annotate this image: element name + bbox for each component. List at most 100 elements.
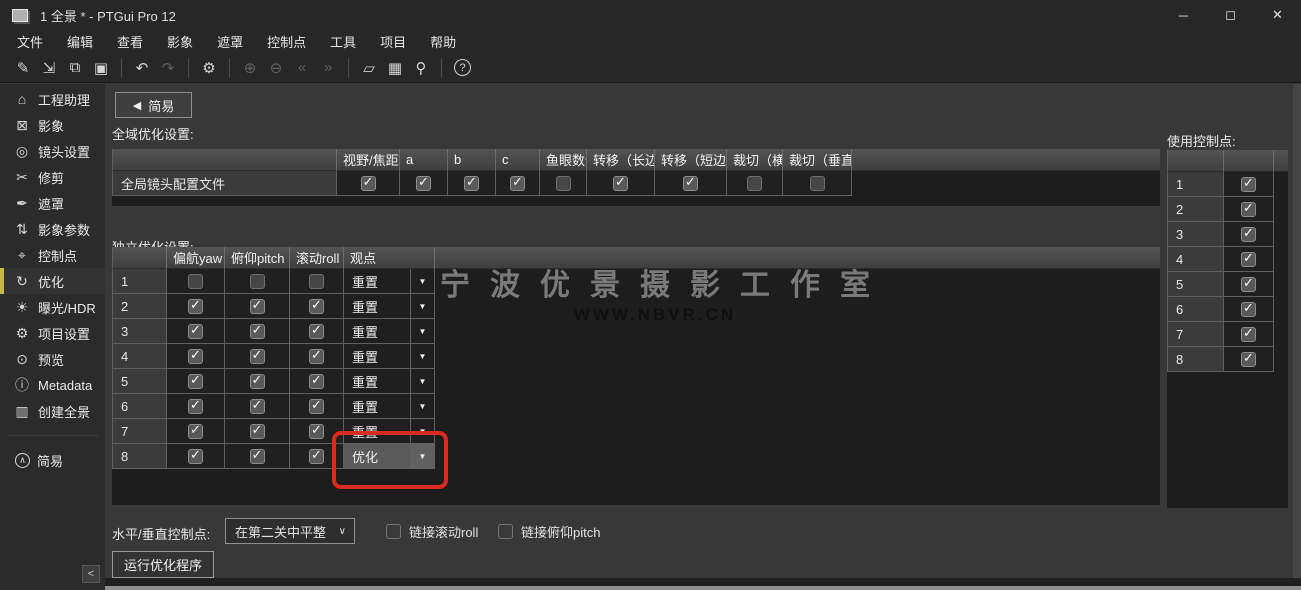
dropdown-arrow-icon[interactable]: ▼	[410, 319, 434, 343]
dropdown-arrow-icon[interactable]: ▼	[410, 369, 434, 393]
hv-control-points-select[interactable]: 在第二关中平整 ∨	[225, 518, 355, 544]
sidebar-item-create-panorama[interactable]: ▥ 创建全景	[0, 398, 105, 424]
shear-h-checkbox[interactable]	[727, 171, 783, 196]
right-scroll-strip[interactable]	[1293, 84, 1301, 578]
run-optimizer-button[interactable]: 运行优化程序	[112, 551, 214, 578]
edit-project-icon[interactable]: ✎	[10, 59, 36, 77]
sidebar-item-crop[interactable]: ✂ 修剪	[0, 164, 105, 190]
maximize-button[interactable]: ◻	[1207, 0, 1254, 30]
use-cp-checkbox[interactable]	[1224, 172, 1274, 197]
yaw-checkbox[interactable]	[167, 394, 225, 419]
menu-item-project[interactable]: 项目	[368, 32, 418, 51]
sidebar-item-preview[interactable]: ⊙ 预览	[0, 346, 105, 372]
undo-icon[interactable]: ↶	[129, 59, 155, 77]
menu-item-help[interactable]: 帮助	[418, 32, 468, 51]
dropdown-arrow-icon[interactable]: ▼	[410, 344, 434, 368]
simple-mode-back-button[interactable]: ◀ 简易	[115, 92, 192, 118]
roll-checkbox[interactable]	[290, 269, 344, 294]
dropdown-arrow-icon[interactable]: ▼	[410, 294, 434, 318]
fisheye-checkbox[interactable]	[540, 171, 587, 196]
next-image-icon[interactable]: »	[315, 59, 341, 76]
yaw-checkbox[interactable]	[167, 419, 225, 444]
close-button[interactable]: ✕	[1254, 0, 1301, 30]
use-cp-checkbox[interactable]	[1224, 297, 1274, 322]
roll-checkbox[interactable]	[290, 419, 344, 444]
sidebar-item-project-settings[interactable]: ⚙ 项目设置	[0, 320, 105, 346]
save-icon[interactable]: ▣	[88, 59, 114, 77]
use-cp-checkbox[interactable]	[1224, 222, 1274, 247]
batch-stitcher-icon[interactable]: ⧉	[62, 59, 88, 76]
viewpoint-dropdown[interactable]: 重置 ▼	[344, 394, 435, 419]
use-cp-checkbox[interactable]	[1224, 322, 1274, 347]
minimize-button[interactable]: ─	[1160, 0, 1207, 30]
yaw-checkbox[interactable]	[167, 369, 225, 394]
help-icon[interactable]: ?	[454, 59, 471, 76]
detail-editor-icon[interactable]: ⇲	[36, 59, 62, 77]
sidebar-collapse-button[interactable]: <	[82, 565, 100, 583]
sidebar-item-metadata[interactable]: ⓘ Metadata	[0, 372, 105, 398]
menu-item-file[interactable]: 文件	[5, 32, 55, 51]
pitch-checkbox[interactable]	[225, 319, 290, 344]
a-checkbox[interactable]	[400, 171, 448, 196]
pitch-checkbox[interactable]	[225, 294, 290, 319]
yaw-checkbox[interactable]	[167, 294, 225, 319]
use-cp-checkbox[interactable]	[1224, 197, 1274, 222]
previous-image-icon[interactable]: «	[289, 59, 315, 76]
roll-checkbox[interactable]	[290, 394, 344, 419]
viewpoint-dropdown[interactable]: 重置 ▼	[344, 269, 435, 294]
viewpoint-dropdown[interactable]: 重置 ▼	[344, 419, 435, 444]
pitch-checkbox[interactable]	[225, 269, 290, 294]
sidebar-item-exposure-hdr[interactable]: ☀ 曝光/HDR	[0, 294, 105, 320]
sidebar-item-simple-mode[interactable]: ∧ 简易	[0, 447, 105, 473]
b-checkbox[interactable]	[448, 171, 496, 196]
viewpoint-dropdown[interactable]: 重置 ▼	[344, 294, 435, 319]
link-roll-checkbox[interactable]: 链接滚动roll	[386, 522, 478, 541]
yaw-checkbox[interactable]	[167, 444, 225, 469]
yaw-checkbox[interactable]	[167, 319, 225, 344]
pitch-checkbox[interactable]	[225, 444, 290, 469]
pitch-checkbox[interactable]	[225, 344, 290, 369]
fov-checkbox[interactable]	[337, 171, 400, 196]
roll-checkbox[interactable]	[290, 444, 344, 469]
yaw-checkbox[interactable]	[167, 344, 225, 369]
sidebar-item-images[interactable]: ⊠ 影象	[0, 112, 105, 138]
menu-item-images[interactable]: 影象	[155, 32, 205, 51]
viewpoint-dropdown[interactable]: 重置 ▼	[344, 344, 435, 369]
c-checkbox[interactable]	[496, 171, 540, 196]
panorama-editor-icon[interactable]: ▱	[356, 59, 382, 77]
dropdown-arrow-icon[interactable]: ▼	[410, 394, 434, 418]
menu-item-view[interactable]: 查看	[105, 32, 155, 51]
menu-item-tools[interactable]: 工具	[318, 32, 368, 51]
shift-short-checkbox[interactable]	[655, 171, 727, 196]
pitch-checkbox[interactable]	[225, 394, 290, 419]
viewpoint-dropdown[interactable]: 重置 ▼	[344, 369, 435, 394]
menu-item-control-points[interactable]: 控制点	[255, 32, 318, 51]
zoom-in-icon[interactable]: ⊕	[237, 59, 263, 77]
dropdown-arrow-icon[interactable]: ▼	[410, 419, 434, 443]
sidebar-item-control-points[interactable]: ⌖ 控制点	[0, 242, 105, 268]
viewpoint-dropdown-row8[interactable]: 优化 ▼	[344, 444, 435, 469]
pitch-checkbox[interactable]	[225, 419, 290, 444]
link-pitch-checkbox[interactable]: 链接俯仰pitch	[498, 522, 600, 541]
menu-item-mask[interactable]: 遮罩	[205, 32, 255, 51]
use-cp-checkbox[interactable]	[1224, 347, 1274, 372]
shift-long-checkbox[interactable]	[587, 171, 655, 196]
shear-v-checkbox[interactable]	[783, 171, 852, 196]
sidebar-item-lens-settings[interactable]: ◎ 镜头设置	[0, 138, 105, 164]
use-cp-checkbox[interactable]	[1224, 247, 1274, 272]
menu-item-edit[interactable]: 编辑	[55, 32, 105, 51]
roll-checkbox[interactable]	[290, 369, 344, 394]
dropdown-arrow-icon[interactable]: ▼	[410, 444, 434, 468]
hints-lightbulb-icon[interactable]: ⚲	[408, 59, 434, 77]
viewpoint-dropdown[interactable]: 重置 ▼	[344, 319, 435, 344]
use-cp-checkbox[interactable]	[1224, 272, 1274, 297]
redo-icon[interactable]: ↷	[155, 59, 181, 77]
roll-checkbox[interactable]	[290, 319, 344, 344]
roll-checkbox[interactable]	[290, 344, 344, 369]
settings-gear-icon[interactable]: ⚙	[196, 59, 222, 77]
grid-icon[interactable]: ▦	[382, 59, 408, 77]
sidebar-item-image-parameters[interactable]: ⇅ 影象参数	[0, 216, 105, 242]
zoom-out-icon[interactable]: ⊖	[263, 59, 289, 77]
dropdown-arrow-icon[interactable]: ▼	[410, 269, 434, 293]
sidebar-item-optimizer[interactable]: ↻ 优化	[0, 268, 105, 294]
